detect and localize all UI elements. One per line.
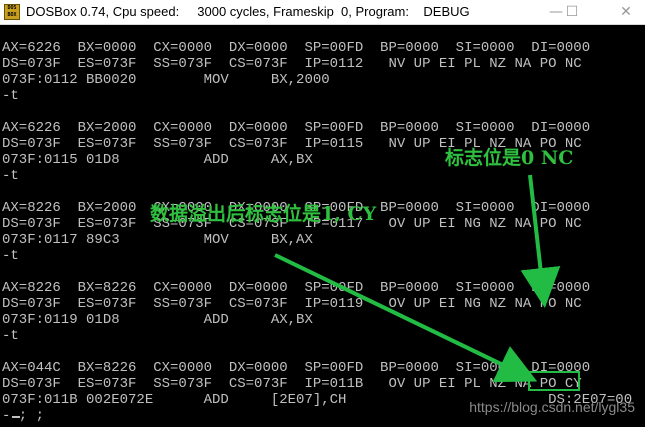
csdn-watermark: https://blog.csdn.net/lygl35: [469, 399, 635, 415]
nc-arrow: [520, 174, 561, 308]
nc-annotation: 标志位是0 NC: [445, 147, 574, 169]
cy-highlight-box: [528, 371, 580, 391]
cy-arrow: [274, 253, 538, 383]
cy-annotation: 数据溢出后标志位是1, CY: [150, 203, 377, 225]
